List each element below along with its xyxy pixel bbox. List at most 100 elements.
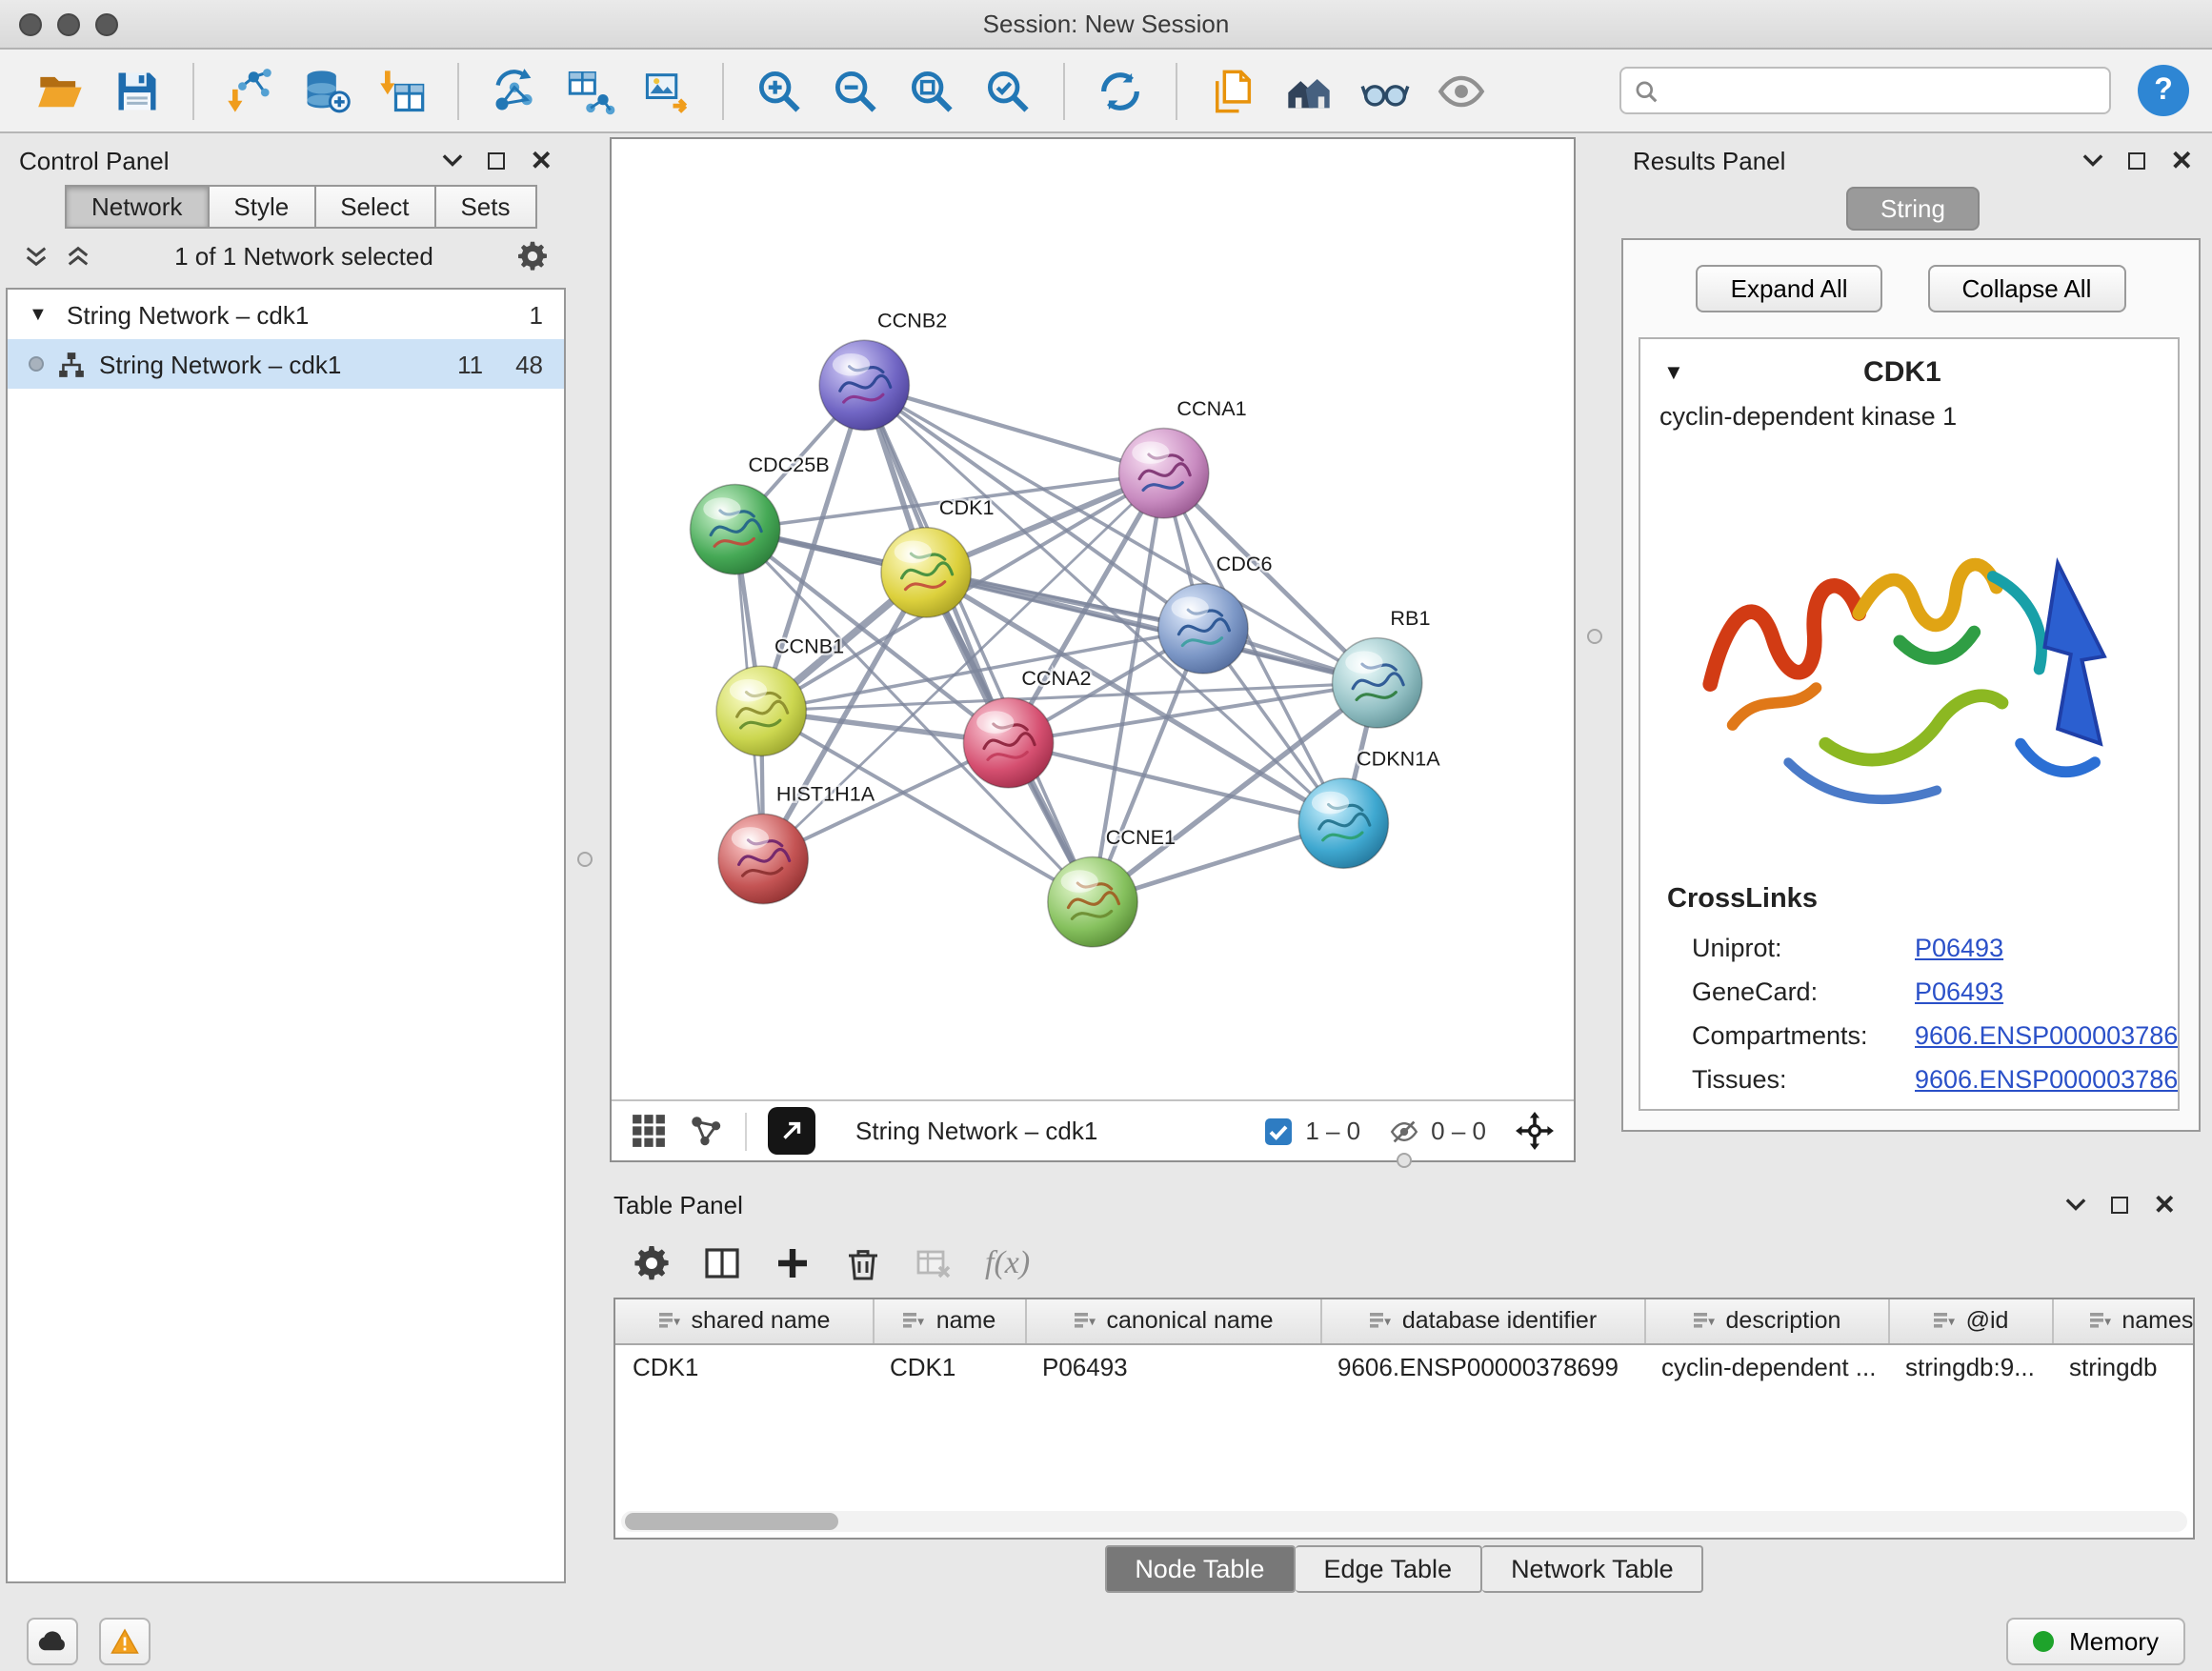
- help-button[interactable]: ?: [2138, 65, 2189, 116]
- hidden-eye-icon[interactable]: [1389, 1116, 1419, 1146]
- column-header-database-identifier[interactable]: database identifier: [1320, 1299, 1644, 1343]
- tab-network[interactable]: Network: [65, 185, 209, 229]
- selected-checkbox-icon[interactable]: [1263, 1116, 1294, 1146]
- eye-button[interactable]: [1423, 56, 1499, 125]
- network-edge[interactable]: [864, 385, 1093, 901]
- grid-view-icon[interactable]: [631, 1113, 667, 1149]
- network-options-gear-icon[interactable]: [516, 240, 549, 272]
- tree-caret-icon[interactable]: ▼: [29, 304, 53, 325]
- network-node-cdkn1a[interactable]: CDKN1A: [1298, 746, 1440, 868]
- network-node-rb1[interactable]: RB1: [1333, 606, 1431, 728]
- window-zoom-button[interactable]: [95, 12, 118, 35]
- table-cell[interactable]: stringdb:9...: [1888, 1343, 2052, 1391]
- control-panel-float-icon[interactable]: [489, 151, 506, 169]
- network-add-button[interactable]: [476, 56, 553, 125]
- add-column-icon[interactable]: [774, 1243, 812, 1281]
- import-network-button[interactable]: [211, 56, 288, 125]
- scrollbar-thumb[interactable]: [625, 1513, 838, 1530]
- network-node-ccnb2[interactable]: CCNB2: [819, 308, 947, 430]
- crosslink-uniprot-link[interactable]: P06493: [1915, 934, 2003, 962]
- horizontal-scrollbar[interactable]: [621, 1511, 2187, 1532]
- delete-column-icon[interactable]: [844, 1243, 882, 1281]
- window-minimize-button[interactable]: [57, 12, 80, 35]
- gene-card-caret-icon[interactable]: ▼: [1663, 361, 1684, 384]
- show-columns-icon[interactable]: [703, 1243, 741, 1281]
- string-home-button[interactable]: [1271, 56, 1347, 125]
- column-header-description[interactable]: description: [1644, 1299, 1888, 1343]
- import-table-button[interactable]: [364, 56, 440, 125]
- expand-tree-icon[interactable]: [23, 244, 50, 269]
- zoom-out-button[interactable]: [817, 56, 894, 125]
- table-cell[interactable]: 9606.ENSP00000378699: [1320, 1343, 1644, 1391]
- control-panel-collapse-icon[interactable]: [443, 152, 464, 168]
- copy-document-button[interactable]: [1195, 56, 1271, 125]
- tab-select[interactable]: Select: [315, 185, 435, 229]
- left-splitter-handle[interactable]: [577, 852, 593, 867]
- open-network-window-icon[interactable]: [768, 1107, 815, 1155]
- memory-button[interactable]: Memory: [2006, 1617, 2185, 1664]
- warning-button[interactable]: [99, 1617, 151, 1664]
- network-edge[interactable]: [864, 385, 1163, 473]
- save-session-button[interactable]: [99, 56, 175, 125]
- results-panel-close-icon[interactable]: ✕: [2171, 147, 2193, 173]
- table-cell[interactable]: stringdb: [2052, 1343, 2195, 1391]
- network-node-ccna1[interactable]: CCNA1: [1119, 396, 1247, 518]
- search-input[interactable]: [1667, 76, 2096, 105]
- crosslink-genecard-link[interactable]: P06493: [1915, 977, 2003, 1006]
- table-panel-close-icon[interactable]: ✕: [2154, 1191, 2176, 1218]
- network-node-cdk1[interactable]: CDK1: [881, 495, 995, 617]
- column-header-shared-name[interactable]: shared name: [615, 1299, 873, 1343]
- tab-node-table[interactable]: Node Table: [1104, 1545, 1295, 1593]
- crosslink-pharos-link[interactable]: P06493: [1915, 1109, 2003, 1111]
- import-database-button[interactable]: [288, 56, 364, 125]
- network-node-hist1h1a[interactable]: HIST1H1A: [718, 782, 875, 904]
- collapse-all-button[interactable]: Collapse All: [1928, 265, 2126, 312]
- tab-style[interactable]: Style: [209, 185, 315, 229]
- network-share-view-icon[interactable]: [688, 1113, 724, 1149]
- crosslink-tissues-link[interactable]: 9606.ENSP00000378699: [1915, 1065, 2180, 1094]
- cloud-button[interactable]: [27, 1617, 78, 1664]
- column-header-namespace[interactable]: namespace: [2052, 1299, 2195, 1343]
- function-builder-icon[interactable]: f(x): [985, 1243, 1030, 1281]
- results-panel-float-icon[interactable]: [2129, 151, 2146, 169]
- column-header-canonical-name[interactable]: canonical name: [1025, 1299, 1320, 1343]
- network-canvas[interactable]: CCNB2CCNA1CDC25BCDK1CDC6RB1CCNB1CCNA2CDK…: [612, 139, 1574, 1099]
- open-session-button[interactable]: [23, 56, 99, 125]
- control-panel-close-icon[interactable]: ✕: [531, 147, 553, 173]
- network-collection-row[interactable]: ▼ String Network – cdk1 1: [8, 290, 564, 339]
- results-panel-collapse-icon[interactable]: [2083, 152, 2104, 168]
- column-header--id[interactable]: @id: [1888, 1299, 2052, 1343]
- table-row[interactable]: CDK1CDK1P064939606.ENSP00000378699cyclin…: [615, 1343, 2195, 1391]
- table-panel-collapse-icon[interactable]: [2066, 1197, 2087, 1212]
- horizontal-splitter[interactable]: [572, 1162, 2212, 1181]
- tab-edge-table[interactable]: Edge Table: [1295, 1545, 1482, 1593]
- table-cell[interactable]: cyclin-dependent ...: [1644, 1343, 1888, 1391]
- zoom-fit-button[interactable]: [894, 56, 970, 125]
- table-cell[interactable]: CDK1: [615, 1343, 873, 1391]
- window-close-button[interactable]: [19, 12, 42, 35]
- tab-string[interactable]: String: [1846, 187, 1980, 231]
- table-settings-gear-icon[interactable]: [633, 1243, 671, 1281]
- network-table-button[interactable]: [553, 56, 629, 125]
- bottom-splitter-handle[interactable]: [1397, 1153, 1412, 1168]
- table-panel-float-icon[interactable]: [2112, 1196, 2129, 1213]
- crosslink-compartments-link[interactable]: 9606.ENSP00000378699: [1915, 1021, 2180, 1050]
- network-row[interactable]: String Network – cdk1 11 48: [8, 339, 564, 389]
- right-splitter-handle[interactable]: [1587, 629, 1602, 644]
- search-box[interactable]: [1619, 67, 2111, 114]
- column-header-name[interactable]: name: [873, 1299, 1025, 1343]
- glasses-button[interactable]: [1347, 56, 1423, 125]
- zoom-selected-button[interactable]: [970, 56, 1046, 125]
- table-cell[interactable]: P06493: [1025, 1343, 1320, 1391]
- network-node-ccnb1[interactable]: CCNB1: [716, 634, 844, 755]
- export-image-button[interactable]: [629, 56, 705, 125]
- collapse-tree-icon[interactable]: [65, 244, 91, 269]
- refresh-button[interactable]: [1082, 56, 1158, 125]
- zoom-in-button[interactable]: [741, 56, 817, 125]
- expand-all-button[interactable]: Expand All: [1697, 265, 1882, 312]
- table-cell[interactable]: CDK1: [873, 1343, 1025, 1391]
- tab-network-table[interactable]: Network Table: [1482, 1545, 1704, 1593]
- tab-sets[interactable]: Sets: [435, 185, 536, 229]
- fit-selected-crosshair-icon[interactable]: [1515, 1111, 1555, 1151]
- clear-table-icon[interactable]: [915, 1243, 953, 1281]
